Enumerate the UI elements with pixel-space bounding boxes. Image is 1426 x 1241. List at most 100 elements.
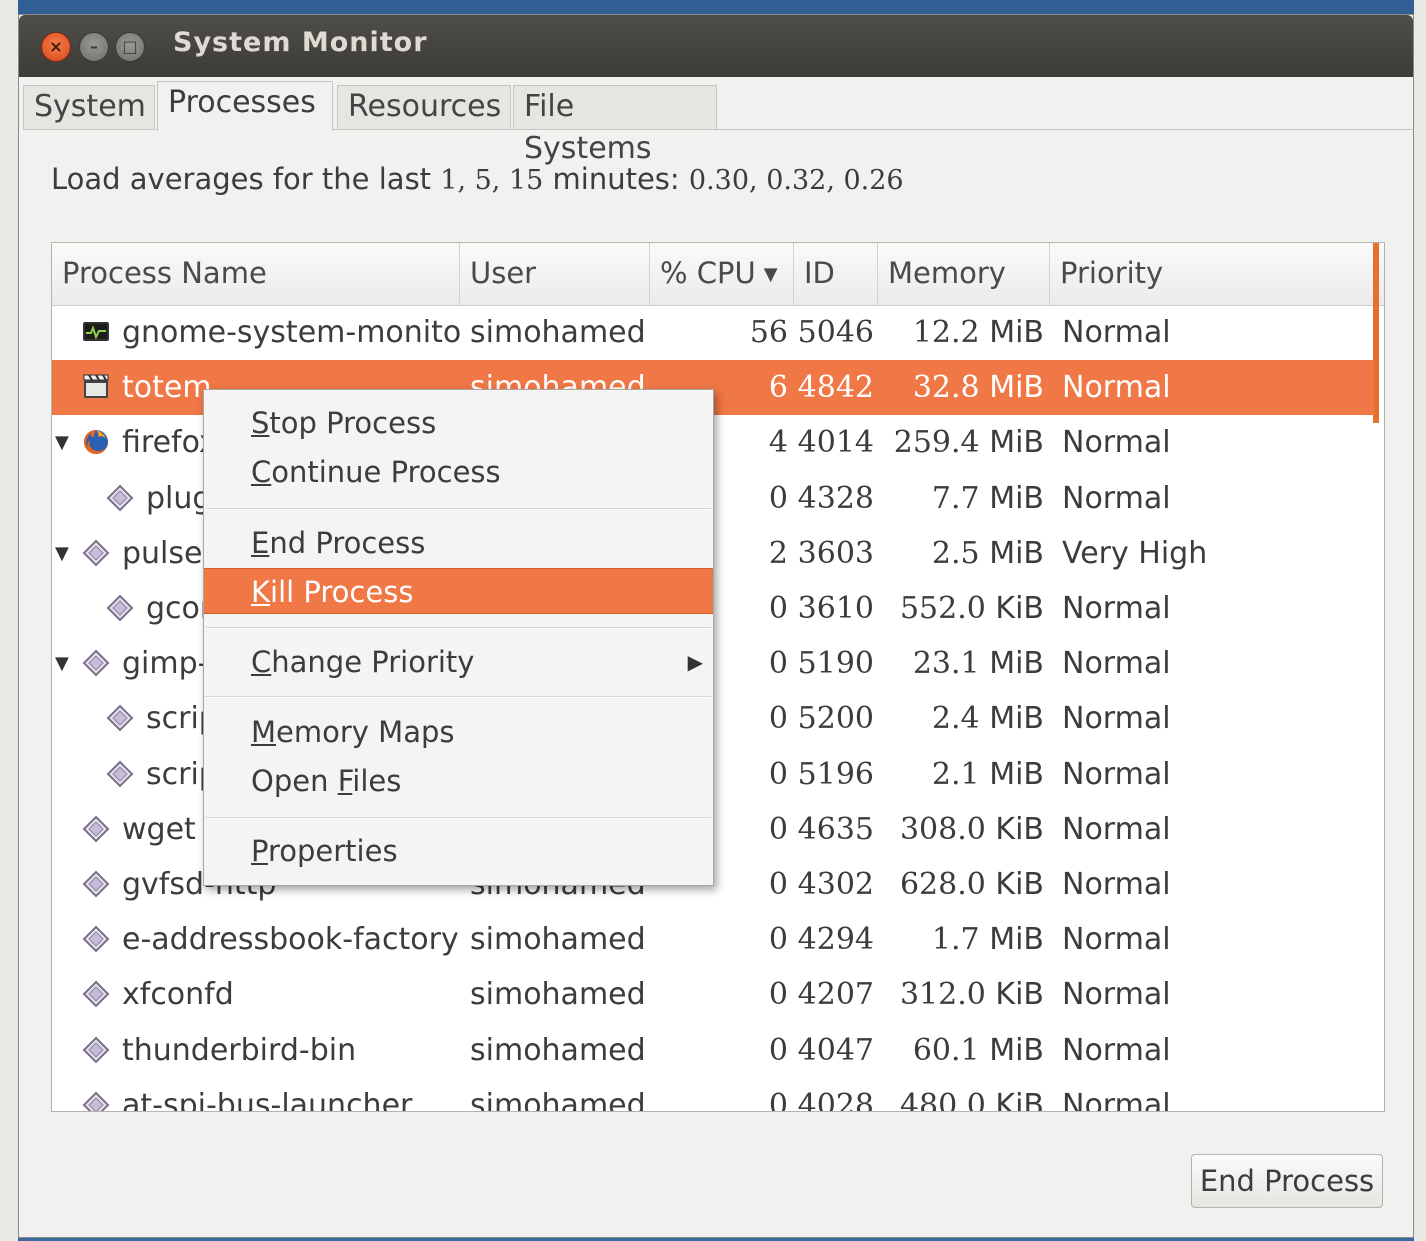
continue-process-item[interactable]: Continue Process: [204, 449, 713, 495]
load-values: 0.30, 0.32, 0.26: [688, 165, 904, 196]
expander-icon[interactable]: ▼: [55, 415, 69, 470]
pid-cell: 5046: [797, 315, 874, 350]
cpu-cell: 0: [768, 977, 788, 1013]
pid-cell: 4328: [797, 480, 874, 516]
titlebar: × – □ System Monitor: [19, 15, 1413, 77]
change-priority-item[interactable]: Change Priority ▶: [204, 639, 713, 685]
diamond-icon: [82, 925, 110, 953]
open-files-item[interactable]: Open Files: [204, 758, 713, 804]
memory-unit: MiB: [989, 315, 1044, 350]
user-cell: simohamed: [470, 315, 646, 350]
diamond-icon: [106, 594, 134, 622]
cpu-cell: 0: [768, 1032, 788, 1068]
end-process-item[interactable]: End Process: [204, 520, 713, 566]
memory-unit: MiB: [989, 701, 1044, 737]
tab-file-systems[interactable]: File Systems: [513, 85, 717, 166]
load-prefix: Load averages for the last: [51, 162, 441, 196]
memory-value: 32.8: [912, 370, 980, 406]
menu-item-label: Memory Maps: [251, 709, 454, 755]
table-header: Process Name User % CPU ▼ ID Memory Prior…: [52, 243, 1384, 306]
close-window-button[interactable]: ×: [41, 32, 71, 62]
priority-cell: Normal: [1062, 867, 1171, 902]
minimize-window-button[interactable]: –: [79, 32, 109, 62]
expander-icon[interactable]: ▼: [55, 526, 69, 581]
column-user[interactable]: User: [460, 243, 650, 305]
close-icon: ×: [49, 37, 63, 56]
memory-cell: 32.8 MiB: [878, 360, 1044, 415]
tab-system[interactable]: System: [23, 85, 155, 129]
priority-cell: Normal: [1062, 756, 1171, 792]
memory-value: 1.7: [931, 922, 980, 958]
process-name: xfconfd: [122, 977, 234, 1013]
column-cpu[interactable]: % CPU ▼: [650, 243, 794, 305]
load-windows: 1, 5, 15: [440, 165, 544, 196]
memory-value: 60.1: [912, 1032, 980, 1068]
table-row[interactable]: gnome-system-monitor simohamed 56 5046 12.2 …: [52, 305, 1374, 360]
column-memory[interactable]: Memory: [878, 243, 1050, 305]
menu-item-label: Properties: [251, 828, 398, 874]
end-process-button[interactable]: End Process: [1191, 1154, 1383, 1208]
mnemonic-key: E: [251, 526, 270, 560]
table-row[interactable]: xfconfd simohamed 0 4207 312.0 KiB Normal: [52, 967, 1374, 1022]
mnemonic-key: F: [337, 764, 353, 798]
menu-separator: [206, 508, 711, 510]
label-prefix: Open: [251, 764, 338, 798]
memory-cell: 552.0 KiB: [878, 581, 1044, 636]
properties-item[interactable]: Properties: [204, 828, 713, 874]
menu-item-label: Open Files: [251, 758, 401, 804]
memory-value: 312.0: [899, 977, 986, 1013]
table-row[interactable]: thunderbird-bin simohamed 0 4047 60.1 MiB Nor…: [52, 1023, 1374, 1078]
column-process-name[interactable]: Process Name: [52, 243, 460, 305]
memory-maps-item[interactable]: Memory Maps: [204, 709, 713, 755]
menu-item-label: Continue Process: [251, 449, 501, 495]
label-suffix: emory Maps: [276, 715, 455, 749]
priority-cell: Normal: [1062, 1087, 1171, 1112]
table-row[interactable]: at-spi-bus-launcher simohamed 0 4028 480.0 K…: [52, 1078, 1374, 1112]
process-name-cell: gnome-system-monitor: [52, 305, 460, 360]
stop-process-item[interactable]: Stop Process: [204, 400, 713, 446]
menu-item-label: Kill Process: [251, 569, 413, 615]
memory-value: 2.5: [931, 535, 980, 571]
menu-item-label: Stop Process: [251, 400, 436, 446]
pid-cell: 4207: [797, 977, 874, 1013]
priority-cell: Normal: [1062, 425, 1171, 461]
memory-value: 12.2: [912, 315, 980, 350]
column-cpu-label: % CPU: [660, 256, 756, 290]
pid-cell: 4047: [797, 1032, 874, 1068]
cpu-cell: 0: [768, 922, 788, 958]
desktop-right-edge: [1414, 0, 1426, 1241]
submenu-arrow-icon: ▶: [687, 650, 703, 674]
mnemonic-key: S: [251, 406, 270, 440]
process-name: totem: [122, 370, 212, 406]
diamond-icon: [82, 870, 110, 898]
menu-item-label: End Process: [251, 520, 425, 566]
minimize-icon: –: [90, 37, 98, 56]
memory-unit: MiB: [989, 370, 1044, 406]
mnemonic-key: M: [251, 715, 277, 749]
load-mid: minutes:: [543, 162, 689, 196]
pid-cell: 3610: [797, 591, 874, 626]
priority-cell: Normal: [1062, 811, 1171, 847]
diamond-icon: [82, 1091, 110, 1111]
diamond-icon: [82, 649, 110, 677]
expander-icon[interactable]: ▼: [55, 636, 69, 691]
tab-resources[interactable]: Resources: [337, 85, 511, 129]
label-suffix: roperties: [267, 834, 398, 868]
priority-cell: Very High: [1062, 535, 1208, 571]
memory-cell: 2.5 MiB: [878, 526, 1044, 581]
column-id[interactable]: ID: [794, 243, 878, 305]
maximize-window-button[interactable]: □: [115, 32, 145, 62]
pid-cell: 4028: [797, 1087, 874, 1112]
pid-cell: 4294: [797, 922, 874, 958]
column-priority[interactable]: Priority: [1050, 243, 1384, 305]
label-suffix: hange Priority: [271, 645, 475, 679]
pid-cell: 4842: [797, 370, 874, 406]
tab-processes[interactable]: Processes: [157, 81, 333, 131]
kill-process-item[interactable]: Kill Process: [204, 568, 713, 614]
diamond-icon: [82, 539, 110, 567]
memory-unit: KiB: [995, 977, 1044, 1013]
memory-unit: MiB: [989, 425, 1044, 461]
table-row[interactable]: e-addressbook-factory simohamed 0 4294 1.7 M…: [52, 912, 1374, 967]
user-cell: simohamed: [470, 1087, 646, 1112]
priority-cell: Normal: [1062, 315, 1171, 350]
